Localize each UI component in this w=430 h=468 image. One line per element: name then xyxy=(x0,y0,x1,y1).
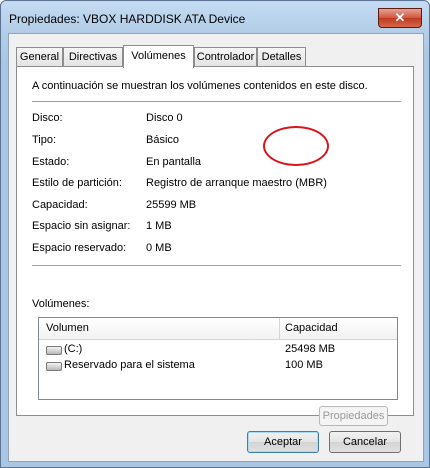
column-header-capacity[interactable]: Capacidad xyxy=(285,322,338,334)
volumes-label: Volúmenes: xyxy=(32,298,90,310)
tab-volumenes[interactable]: Volúmenes xyxy=(123,45,194,68)
volume-name: Reservado para el sistema xyxy=(64,359,195,371)
partition-style-value: Registro de arranque maestro (MBR) xyxy=(146,177,327,189)
column-divider[interactable] xyxy=(279,318,280,339)
partition-style-label: Estilo de partición: xyxy=(32,177,122,189)
volume-name: (C:) xyxy=(64,343,83,355)
volumes-panel: A continuación se muestran los volúmenes… xyxy=(16,66,414,426)
capacity-value: 25599 MB xyxy=(146,199,197,211)
tab-directivas[interactable]: Directivas xyxy=(63,47,123,66)
separator xyxy=(32,101,401,102)
intro-text: A continuación se muestran los volúmenes… xyxy=(32,80,368,92)
reserved-label: Espacio reservado: xyxy=(32,242,127,254)
volume-capacity: 100 MB xyxy=(285,359,323,371)
dialog-client: General Directivas Volúmenes Controlador… xyxy=(8,33,424,462)
properties-window: Propiedades: VBOX HARDDISK ATA Device ✕ … xyxy=(0,0,430,468)
type-value: Básico xyxy=(146,134,180,146)
volumes-list[interactable]: Volumen Capacidad (C:) 25498 MB Reservad… xyxy=(38,317,398,400)
close-icon: ✕ xyxy=(394,10,406,25)
list-header: Volumen Capacidad xyxy=(39,318,397,340)
status-label: Estado: xyxy=(32,156,70,168)
column-header-volume[interactable]: Volumen xyxy=(46,322,89,334)
list-item[interactable]: Reservado para el sistema 100 MB xyxy=(39,358,397,374)
capacity-label: Capacidad: xyxy=(32,199,88,211)
drive-icon xyxy=(46,362,62,371)
tab-detalles[interactable]: Detalles xyxy=(257,47,306,66)
drive-icon xyxy=(46,346,62,355)
tab-controlador[interactable]: Controlador xyxy=(194,47,257,66)
properties-button[interactable]: Propiedades xyxy=(319,406,388,426)
window-title: Propiedades: VBOX HARDDISK ATA Device xyxy=(9,12,246,26)
tab-general[interactable]: General xyxy=(16,47,63,66)
cancel-button[interactable]: Cancelar xyxy=(329,431,401,453)
reserved-value: 0 MB xyxy=(146,242,172,254)
separator xyxy=(32,265,401,266)
title-bar[interactable]: Propiedades: VBOX HARDDISK ATA Device ✕ xyxy=(1,1,429,33)
list-item[interactable]: (C:) 25498 MB xyxy=(39,342,397,358)
disk-value: Disco 0 xyxy=(146,112,183,124)
type-label: Tipo: xyxy=(32,134,57,146)
ok-button[interactable]: Aceptar xyxy=(247,431,319,453)
unallocated-label: Espacio sin asignar: xyxy=(32,220,131,232)
unallocated-value: 1 MB xyxy=(146,220,172,232)
disk-label: Disco: xyxy=(32,112,63,124)
volume-capacity: 25498 MB xyxy=(285,343,336,355)
status-value: En pantalla xyxy=(146,156,202,168)
close-button[interactable]: ✕ xyxy=(378,8,422,28)
